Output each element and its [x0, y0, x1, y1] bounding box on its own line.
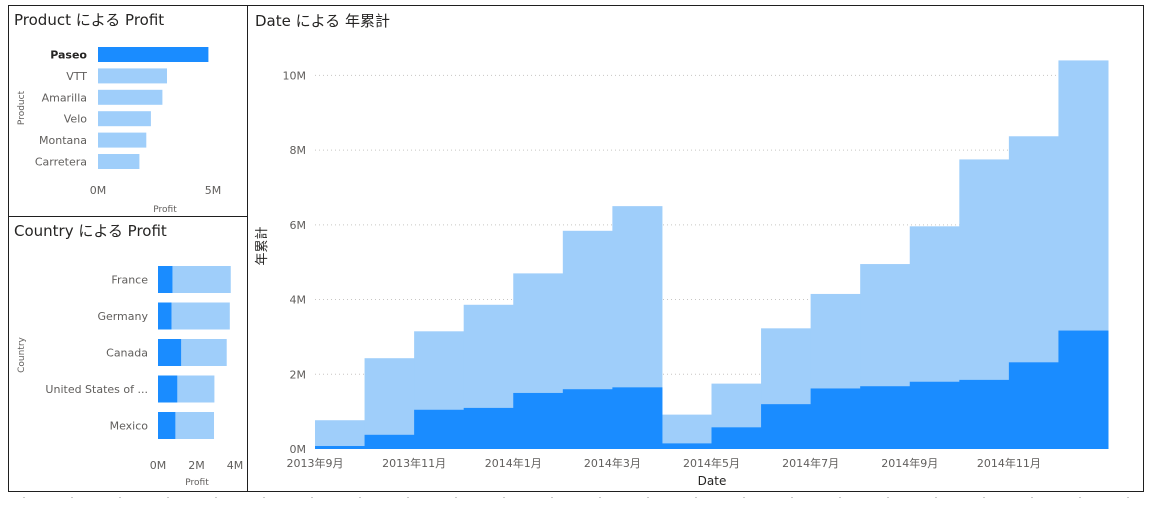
date-ytick: 10M	[283, 69, 307, 82]
date-step-highlight-2014-09[interactable]	[909, 381, 960, 449]
date-ytick: 4M	[290, 294, 307, 307]
product-label-montana: Montana	[39, 134, 87, 147]
date-ytd-panel[interactable]: Date による 年累計 0M 2M 4M 6M 8M 10M 2013年9月 2013年11…	[247, 5, 1144, 492]
product-bar-paseo[interactable]	[98, 47, 209, 62]
product-bar-velo[interactable]	[98, 111, 151, 127]
country-bar-highlight-united-states-of[interactable]	[158, 375, 178, 403]
product-xtick: 0M	[90, 184, 107, 197]
date-step-highlight-2014-02[interactable]	[562, 389, 613, 449]
date-xtick: 2014年7月	[782, 456, 839, 470]
country-label-france: France	[111, 274, 148, 287]
date-step-highlight-2013-10[interactable]	[364, 434, 415, 449]
country-bar-highlight-mexico[interactable]	[158, 412, 176, 439]
background-dots-bottom	[0, 497, 1160, 498]
product-profit-chart[interactable]: Paseo VTT Amarilla Velo Montana Carretera 0M 5M…	[9, 6, 247, 216]
country-bar-highlight-france[interactable]	[158, 266, 173, 293]
date-step-highlight-2014-07[interactable]	[810, 388, 861, 449]
country-xaxis-title: Profit	[185, 478, 209, 488]
country-bar-highlight-germany[interactable]	[158, 302, 172, 330]
date-step-highlight-2014-12[interactable]	[1058, 330, 1109, 449]
date-xtick: 2014年9月	[881, 456, 938, 470]
country-profit-chart[interactable]: France Germany Canada United States of ... M…	[9, 217, 247, 491]
date-step-highlight-2014-10[interactable]	[959, 379, 1010, 449]
product-bar-montana[interactable]	[98, 132, 147, 148]
country-bar-highlight-canada[interactable]	[158, 339, 182, 366]
date-yaxis-title: 年累計	[254, 226, 270, 265]
product-label-velo: Velo	[64, 113, 87, 126]
country-yaxis-title: Country	[17, 336, 27, 372]
product-label-amarilla: Amarilla	[42, 91, 87, 104]
date-xtick: 2013年11月	[382, 456, 446, 470]
product-xtick: 5M	[205, 184, 222, 197]
product-xaxis-title: Profit	[153, 205, 177, 215]
country-label-united-states-of: United States of ...	[45, 383, 148, 396]
date-step-highlight-2014-01[interactable]	[513, 392, 564, 449]
date-ytick: 6M	[290, 219, 307, 232]
date-xtick: 2014年1月	[485, 456, 542, 470]
date-xaxis-title: Date	[698, 474, 727, 488]
date-ytd-chart[interactable]: 0M 2M 4M 6M 8M 10M 2013年9月 2013年11月 2014年1月 2014年…	[248, 6, 1143, 491]
date-xtick: 2014年3月	[584, 456, 641, 470]
date-step-highlight-2014-06[interactable]	[761, 404, 812, 449]
product-bar-amarilla[interactable]	[98, 89, 163, 105]
product-bar-carretera[interactable]	[98, 154, 140, 169]
product-label-carretera: Carretera	[35, 156, 87, 169]
date-step-highlight-2013-09[interactable]	[315, 446, 366, 449]
country-label-canada: Canada	[106, 347, 148, 360]
date-step-highlight-2014-04[interactable]	[661, 443, 712, 449]
date-step-highlight-2014-08[interactable]	[860, 386, 911, 449]
date-ytick: 8M	[290, 144, 307, 157]
country-xtick: 0M	[150, 459, 167, 472]
date-step-highlight-2014-03[interactable]	[612, 387, 663, 449]
product-label-vtt: VTT	[66, 70, 87, 83]
date-xtick: 2014年11月	[977, 456, 1041, 470]
date-step-highlight-2014-05[interactable]	[711, 427, 762, 449]
date-ytick: 2M	[290, 368, 307, 381]
country-label-germany: Germany	[97, 310, 148, 323]
date-step-total-2013-09[interactable]	[315, 420, 366, 449]
country-label-mexico: Mexico	[110, 420, 149, 433]
date-ytick: 0M	[290, 443, 307, 456]
product-bar-vtt[interactable]	[98, 68, 167, 84]
product-profit-panel[interactable]: Product による Profit Paseo VTT Amarilla Velo M…	[8, 5, 248, 217]
country-profit-panel[interactable]: Country による Profit France Germany Canada Un…	[8, 216, 248, 492]
product-label-paseo: Paseo	[50, 49, 87, 62]
product-yaxis-title: Product	[17, 90, 27, 125]
date-step-highlight-2013-11[interactable]	[414, 409, 465, 449]
country-xtick: 4M	[227, 459, 244, 472]
country-xtick: 2M	[188, 459, 205, 472]
date-step-highlight-2013-12[interactable]	[463, 407, 514, 449]
date-step-highlight-2014-11[interactable]	[1008, 362, 1059, 449]
date-xtick: 2013年9月	[287, 456, 344, 470]
date-xtick: 2014年5月	[683, 456, 740, 470]
